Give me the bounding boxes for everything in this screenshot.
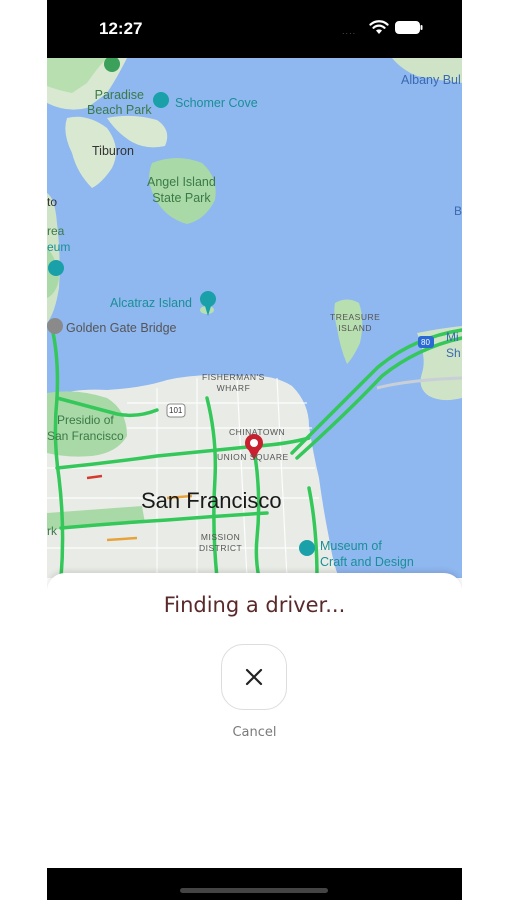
- map-label-schomer-cove: Schomer Cove: [175, 96, 258, 110]
- wifi-icon: [369, 20, 389, 34]
- signal-dots: ....: [342, 27, 357, 36]
- map-label-tiburon: Tiburon: [92, 144, 134, 158]
- home-indicator[interactable]: [180, 888, 328, 893]
- phone-screen: 12:27 .... Paradise Beach Park Schomer C…: [47, 0, 462, 900]
- map-label-union-square: UNION SQUARE: [217, 452, 289, 462]
- finding-driver-sheet: Finding a driver... Cancel: [47, 573, 462, 868]
- cancel-button[interactable]: [221, 644, 287, 710]
- map-label-rk: rk: [47, 524, 57, 538]
- map-label-b-edge: B: [454, 204, 462, 218]
- cancel-label: Cancel: [232, 725, 277, 740]
- map-label-san-francisco: San Francisco: [141, 488, 282, 513]
- battery-icon: [395, 21, 423, 34]
- map-label-alcatraz: Alcatraz Island: [110, 296, 192, 310]
- map-label-chinatown: CHINATOWN: [229, 427, 286, 437]
- map-label-paradise: Paradise Beach Park: [87, 88, 152, 117]
- status-bar: 12:27 ....: [47, 0, 462, 58]
- close-icon: [245, 668, 263, 686]
- map-label-eum: eum: [47, 240, 71, 254]
- map-label-sh: Sh: [446, 346, 461, 360]
- sheet-title: Finding a driver...: [163, 593, 346, 617]
- map-label-mi: Mi: [446, 330, 459, 344]
- map-label-mission-district: MISSION DISTRICT: [199, 532, 243, 553]
- map-label-golden-gate: Golden Gate Bridge: [66, 321, 177, 335]
- bottom-bar: [47, 868, 462, 900]
- map-label-angel-island: Angel Island State Park: [147, 175, 216, 205]
- map-label-hwy-80: 80: [421, 338, 430, 347]
- map-label-fishermans-wharf: FISHERMAN'S WHARF: [202, 372, 265, 393]
- map-label-hwy-101: 101: [169, 406, 183, 415]
- status-time: 12:27: [99, 19, 143, 38]
- map-label-museum: Museum of Craft and Design: [320, 539, 414, 569]
- map-view[interactable]: Paradise Beach Park Schomer Cove Albany …: [47, 58, 462, 578]
- map-label-treasure-island: TREASURE ISLAND: [330, 312, 381, 333]
- map-label-albany: Albany Bul: [401, 73, 461, 87]
- map-label-area: rea: [47, 224, 65, 238]
- map-label-presidio: Presidio of San Francisco: [47, 413, 124, 443]
- map-label-to: to: [47, 195, 58, 209]
